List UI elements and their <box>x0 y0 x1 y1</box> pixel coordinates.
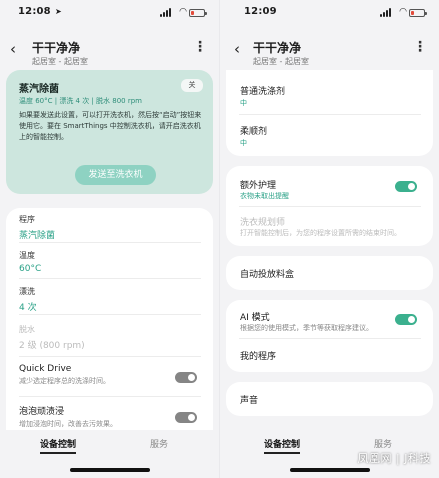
bottom-tab-bar: 设备控制 服务 <box>0 430 219 478</box>
device-title: 干干净净 <box>32 41 81 55</box>
more-options-icon[interactable]: ⋮ <box>413 40 427 54</box>
rinse-label: 漂洗 <box>19 287 35 296</box>
laundry-planner-description: 打开智能控制后，为您的程序设置所需的结束时间。 <box>240 229 401 237</box>
status-time: 12:08 <box>18 6 51 17</box>
tab-services[interactable]: 服务 <box>374 437 392 450</box>
ai-mode-toggle[interactable] <box>395 314 417 325</box>
status-bar: 12:09 ◠ <box>220 6 439 20</box>
program-value: 蒸汽除菌 <box>19 231 56 241</box>
quick-drive-description: 减少选定程序总的洗涤时间。 <box>19 377 110 385</box>
tab-device-control[interactable]: 设备控制 <box>40 437 77 454</box>
spin-setting: 脱水 2 级 (800 rpm) <box>19 324 201 351</box>
divider <box>19 314 201 315</box>
divider <box>239 114 421 115</box>
laundry-planner-label: 洗衣规划师 <box>240 218 286 228</box>
rinse-setting[interactable]: 漂洗 4 次 <box>19 286 201 313</box>
recommendation-card: 蒸汽除菌 关 温度 60°C | 漂洗 4 次 | 脱水 800 rpm 如果要… <box>6 70 213 194</box>
temperature-label: 温度 <box>19 251 35 260</box>
program-label: 程序 <box>19 215 35 224</box>
extra-care-label: 额外护理 <box>240 181 277 191</box>
softener-value: 中 <box>240 139 247 147</box>
battery-icon <box>409 9 427 17</box>
phone-screen-left: 12:08 ➤ ◠ ‹ 干干净净 起居室 - 起居室 ⋮ 蒸汽除菌 关 温度 6… <box>0 0 219 478</box>
more-options-icon[interactable]: ⋮ <box>193 40 207 54</box>
quick-drive-setting: Quick Drive 减少选定程序总的洗涤时间。 <box>19 364 201 386</box>
device-title: 干干净净 <box>253 41 302 55</box>
divider <box>239 338 421 339</box>
close-tag[interactable]: 关 <box>181 79 203 92</box>
cellular-signal-icon <box>380 8 394 17</box>
sound-card[interactable]: 声音 <box>226 382 433 416</box>
ai-mode-card: AI 模式 根据您的使用模式，季节等获取程序建议。 我的程序 <box>226 300 433 372</box>
phone-screen-right: 12:09 ◠ ‹ 干干净净 起居室 - 起居室 ⋮ 普通洗涤剂 中 柔顺剂 中… <box>220 0 439 478</box>
tab-services[interactable]: 服务 <box>150 437 168 450</box>
close-tag-label: 关 <box>188 81 196 89</box>
status-bar: 12:08 ➤ ◠ <box>0 6 219 20</box>
recommendation-description: 如果要发送此设置，可以打开洗衣机，然后按“启动”按钮来使用它。要在 SmartT… <box>19 111 202 141</box>
my-programs-label[interactable]: 我的程序 <box>240 349 276 362</box>
divider <box>19 278 201 279</box>
normal-detergent-label[interactable]: 普通洗涤剂 <box>240 84 285 97</box>
program-setting[interactable]: 程序 蒸汽除菌 <box>19 214 201 241</box>
bubble-soak-description: 增加浸泡时间，改善去污效果。 <box>19 420 117 428</box>
extra-care-description: 衣物未取出提醒 <box>240 192 289 200</box>
bubble-soak-label: 泡泡顽渍浸 <box>19 407 65 417</box>
cellular-signal-icon <box>160 8 174 17</box>
location-arrow-icon: ➤ <box>55 7 62 16</box>
auto-dispense-card[interactable]: 自动投放料盒 <box>226 256 433 290</box>
send-to-washer-button[interactable]: 发送至洗衣机 <box>75 165 156 185</box>
rinse-value: 4 次 <box>19 303 37 313</box>
bubble-soak-toggle[interactable] <box>175 412 197 423</box>
settings-list: 程序 蒸汽除菌 温度 60°C 漂洗 4 次 脱水 2 级 (800 rpm) … <box>6 208 213 430</box>
divider <box>19 242 201 243</box>
normal-detergent-value: 中 <box>240 99 247 107</box>
wifi-icon: ◠ <box>179 7 187 17</box>
recommendation-specs: 温度 60°C | 漂洗 4 次 | 脱水 800 rpm <box>19 97 142 105</box>
watermark: 凤凰网 | J科技 <box>357 452 431 465</box>
back-chevron-icon[interactable]: ‹ <box>234 42 240 57</box>
recommendation-title: 蒸汽除菌 <box>19 84 59 95</box>
divider <box>19 356 201 357</box>
sound-label: 声音 <box>240 396 259 406</box>
device-location: 起居室 - 起居室 <box>253 57 309 66</box>
ai-mode-description: 根据您的使用模式，季节等获取程序建议。 <box>240 324 373 332</box>
extra-care-toggle[interactable] <box>395 181 417 192</box>
auto-dispense-label: 自动投放料盒 <box>240 270 295 280</box>
tab-device-control[interactable]: 设备控制 <box>264 437 301 454</box>
softener-label[interactable]: 柔顺剂 <box>240 124 267 137</box>
temperature-setting[interactable]: 温度 60°C <box>19 250 201 274</box>
divider <box>239 206 421 207</box>
device-location: 起居室 - 起居室 <box>32 57 88 66</box>
wifi-icon: ◠ <box>399 7 407 17</box>
app-header: ‹ 干干净净 起居室 - 起居室 ⋮ <box>0 36 219 70</box>
bubble-soak-setting: 泡泡顽渍浸 增加浸泡时间，改善去污效果。 <box>19 404 201 429</box>
quick-drive-toggle[interactable] <box>175 372 197 383</box>
status-time: 12:09 <box>244 6 277 17</box>
battery-icon <box>189 9 207 17</box>
ai-mode-label: AI 模式 <box>240 313 270 323</box>
spin-value: 2 级 (800 rpm) <box>19 341 85 351</box>
temperature-value: 60°C <box>19 264 42 274</box>
detergent-card: 普通洗涤剂 中 柔顺剂 中 <box>226 70 433 156</box>
quick-drive-label: Quick Drive <box>19 364 72 374</box>
extra-care-card: 额外护理 衣物未取出提醒 洗衣规划师 打开智能控制后，为您的程序设置所需的结束时… <box>226 166 433 246</box>
home-indicator <box>70 468 150 472</box>
home-indicator <box>290 468 370 472</box>
divider <box>19 396 201 397</box>
spin-label: 脱水 <box>19 325 35 334</box>
app-header: ‹ 干干净净 起居室 - 起居室 ⋮ <box>220 36 439 70</box>
back-chevron-icon[interactable]: ‹ <box>10 42 16 57</box>
